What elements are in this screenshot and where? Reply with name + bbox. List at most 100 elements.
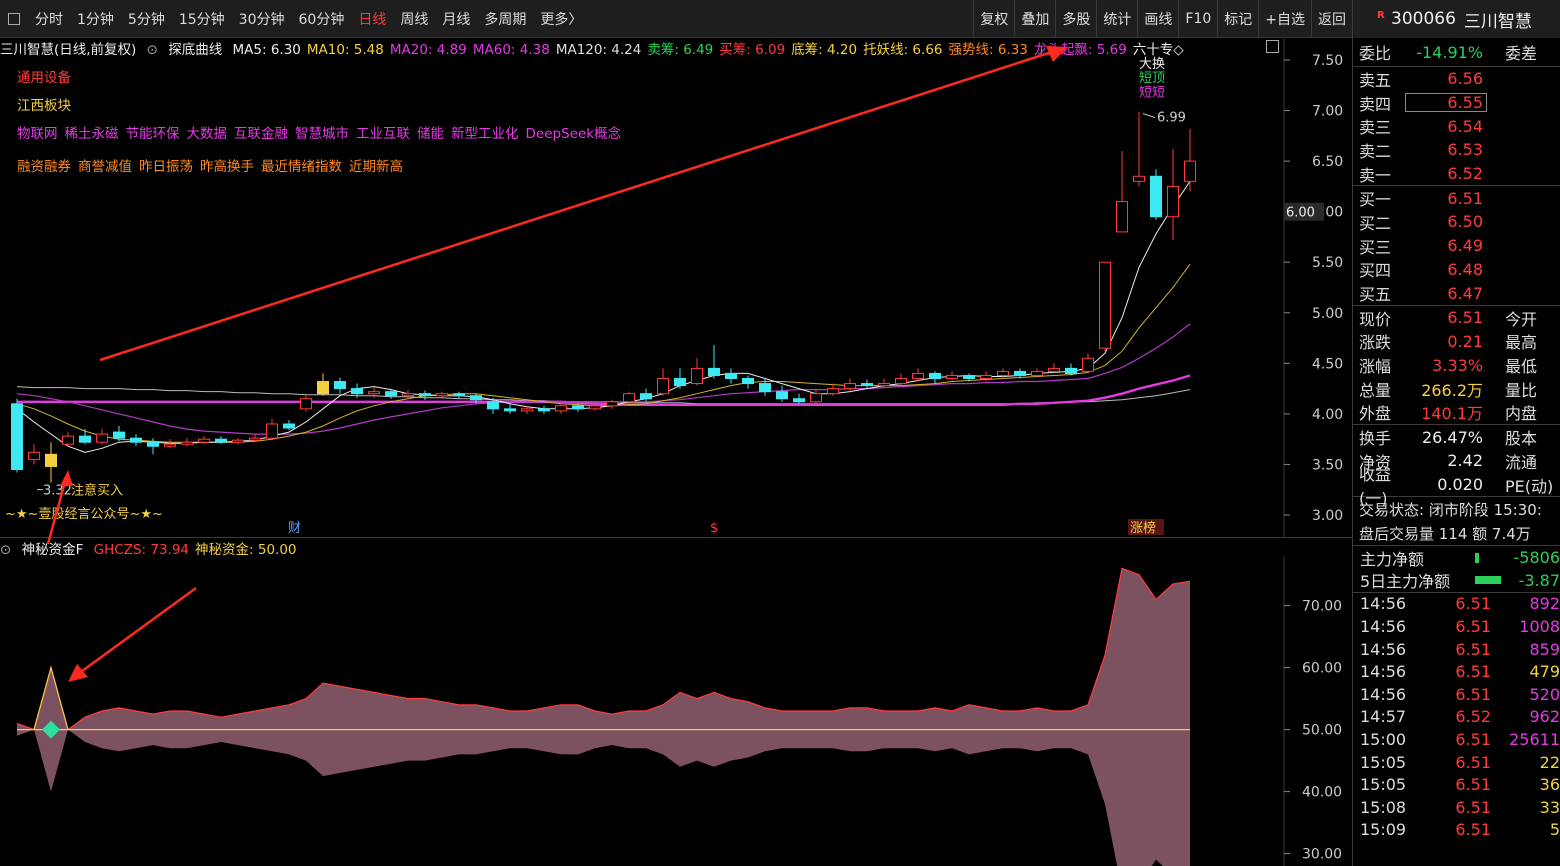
candle-body[interactable] bbox=[827, 388, 839, 395]
candle-body[interactable] bbox=[946, 374, 958, 380]
ask-row-4[interactable]: 卖一 6.52 bbox=[1353, 162, 1560, 186]
candle-body[interactable] bbox=[640, 393, 652, 400]
candle-body[interactable] bbox=[453, 393, 465, 397]
candle-body[interactable] bbox=[470, 395, 482, 401]
candle-body[interactable] bbox=[113, 431, 125, 439]
bid-row-1[interactable]: 买二 6.50 bbox=[1353, 210, 1560, 234]
main-net-row[interactable]: 主力净额 -5806 bbox=[1353, 546, 1560, 569]
bid-row-4[interactable]: 买五 6.47 bbox=[1353, 281, 1560, 305]
period-tab-8[interactable]: 月线 bbox=[435, 9, 477, 29]
candle-body[interactable] bbox=[300, 398, 312, 410]
candle-body[interactable] bbox=[28, 451, 40, 460]
candle-body[interactable] bbox=[572, 405, 584, 410]
candle-body[interactable] bbox=[725, 372, 737, 380]
candle-body[interactable] bbox=[215, 438, 227, 443]
candlestick-chart[interactable]: 7.50 7.00 6.50 6.00 5.50 5.00 4.50 4.00 3.50 3.00… bbox=[0, 38, 1352, 538]
candle-body[interactable] bbox=[1133, 175, 1145, 182]
candle-body[interactable] bbox=[606, 401, 618, 407]
candle-body[interactable] bbox=[504, 408, 516, 412]
period-tab-0[interactable]: 分时 bbox=[28, 9, 70, 29]
candle-body[interactable] bbox=[742, 378, 754, 385]
event-finance-marker[interactable]: 财 bbox=[288, 521, 301, 536]
candle-body[interactable] bbox=[623, 393, 635, 403]
candle-body[interactable] bbox=[895, 378, 907, 385]
layout-toggle-icon[interactable] bbox=[8, 12, 20, 25]
candle-body[interactable] bbox=[351, 388, 363, 395]
candle-body[interactable] bbox=[555, 405, 567, 412]
candle-body[interactable] bbox=[96, 433, 108, 443]
candle-body[interactable] bbox=[844, 383, 856, 390]
candle-body[interactable] bbox=[385, 391, 397, 397]
candle-body[interactable] bbox=[1167, 185, 1179, 218]
bid-row-0[interactable]: 买一 6.51 bbox=[1353, 186, 1560, 210]
candle-body[interactable] bbox=[521, 408, 533, 412]
candle-body[interactable] bbox=[912, 372, 924, 380]
candle-body[interactable] bbox=[334, 381, 346, 390]
candle-body[interactable] bbox=[1116, 201, 1128, 233]
candle-body[interactable] bbox=[11, 403, 23, 470]
period-tab-10[interactable]: 更多〉 bbox=[533, 9, 589, 29]
event-rank-marker[interactable]: 涨榜 bbox=[1130, 520, 1156, 536]
candle-body[interactable] bbox=[487, 401, 499, 410]
candle-body[interactable] bbox=[674, 378, 686, 387]
candle-body[interactable] bbox=[793, 398, 805, 403]
candle-body[interactable] bbox=[62, 435, 74, 445]
candle-body[interactable] bbox=[1014, 370, 1026, 376]
candle-body[interactable] bbox=[810, 393, 822, 403]
toolbar-button-6[interactable]: 标记 bbox=[1217, 0, 1258, 37]
candle-body[interactable] bbox=[1082, 357, 1094, 372]
candle-body[interactable] bbox=[776, 391, 788, 400]
candle-body[interactable] bbox=[1099, 261, 1111, 349]
bid-row-2[interactable]: 买三 6.49 bbox=[1353, 234, 1560, 258]
candle-body[interactable] bbox=[198, 438, 210, 443]
candle-body[interactable] bbox=[538, 408, 550, 412]
toolbar-button-8[interactable]: 返回 bbox=[1311, 0, 1352, 37]
toolbar-button-4[interactable]: 画线 bbox=[1137, 0, 1178, 37]
candle-body[interactable] bbox=[45, 453, 57, 467]
toolbar-button-7[interactable]: +自选 bbox=[1258, 0, 1311, 37]
event-dollar-marker[interactable]: $ bbox=[710, 521, 718, 536]
candle-body[interactable] bbox=[963, 374, 975, 380]
period-tab-1[interactable]: 1分钟 bbox=[70, 9, 121, 29]
mystery-fund-chart[interactable]: 70.00 60.00 50.00 40.00 30.00 bbox=[0, 470, 1352, 866]
candle-body[interactable] bbox=[164, 443, 176, 447]
toolbar-button-2[interactable]: 多股 bbox=[1055, 0, 1096, 37]
period-tab-4[interactable]: 30分钟 bbox=[232, 9, 292, 29]
period-tab-6[interactable]: 日线 bbox=[351, 9, 393, 29]
candle-body[interactable] bbox=[181, 441, 193, 445]
toolbar-button-0[interactable]: 复权 bbox=[973, 0, 1014, 37]
candle-body[interactable] bbox=[691, 367, 703, 385]
candle-body[interactable] bbox=[708, 367, 720, 376]
candle-body[interactable] bbox=[878, 383, 890, 387]
candle-body[interactable] bbox=[589, 405, 601, 410]
candle-body[interactable] bbox=[1184, 160, 1196, 182]
candle-body[interactable] bbox=[317, 381, 329, 395]
candle-body[interactable] bbox=[980, 374, 992, 380]
ask-row-2[interactable]: 卖三 6.54 bbox=[1353, 114, 1560, 138]
five-day-net-row[interactable]: 5日主力净额 -3.87 bbox=[1353, 569, 1560, 592]
candle-body[interactable] bbox=[657, 378, 669, 395]
period-tab-5[interactable]: 60分钟 bbox=[292, 9, 352, 29]
candle-body[interactable] bbox=[1065, 367, 1077, 374]
candle-body[interactable] bbox=[147, 441, 159, 447]
candle-body[interactable] bbox=[402, 393, 414, 397]
candle-body[interactable] bbox=[283, 423, 295, 429]
period-tab-7[interactable]: 周线 bbox=[393, 9, 435, 29]
toolbar-button-1[interactable]: 叠加 bbox=[1014, 0, 1055, 37]
candle-body[interactable] bbox=[436, 393, 448, 397]
candle-body[interactable] bbox=[1150, 175, 1162, 218]
candle-body[interactable] bbox=[1031, 370, 1043, 376]
candle-body[interactable] bbox=[1048, 367, 1060, 372]
period-tab-9[interactable]: 多周期 bbox=[477, 9, 533, 29]
toolbar-button-5[interactable]: F10 bbox=[1178, 0, 1217, 37]
ask-row-3[interactable]: 卖二 6.53 bbox=[1353, 138, 1560, 162]
tick-list[interactable]: 14:56 6.51 892 14:56 6.51 1008 14:56 6.51 859 14:… bbox=[1353, 593, 1560, 842]
candle-body[interactable] bbox=[861, 383, 873, 387]
candle-body[interactable] bbox=[368, 391, 380, 395]
candle-body[interactable] bbox=[929, 372, 941, 380]
candle-body[interactable] bbox=[759, 383, 771, 393]
candle-body[interactable] bbox=[130, 437, 142, 443]
period-tab-2[interactable]: 5分钟 bbox=[121, 9, 172, 29]
candle-body[interactable] bbox=[79, 435, 91, 443]
candle-body[interactable] bbox=[232, 439, 244, 443]
